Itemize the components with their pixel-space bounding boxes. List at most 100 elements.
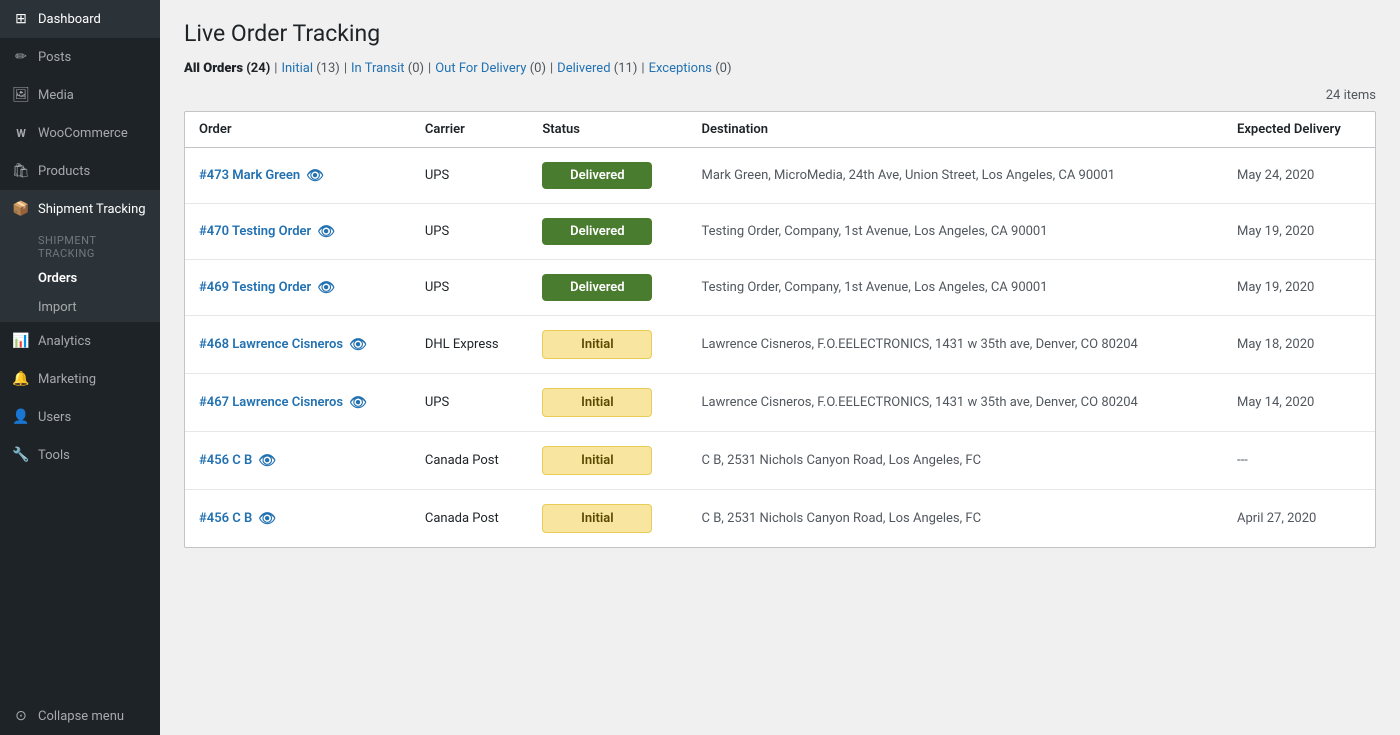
submenu-heading: Shipment Tracking <box>0 228 160 264</box>
sidebar-item-media[interactable]: 🖼 Media <box>0 76 160 114</box>
sidebar-item-products[interactable]: 🛍 Products <box>0 152 160 190</box>
submenu-item-orders[interactable]: Orders <box>0 264 160 293</box>
table-header-row: Order Carrier Status Destination Expecte… <box>185 112 1375 148</box>
filter-bar: All Orders (24) | Initial (13) | In Tran… <box>184 61 1376 76</box>
sidebar-item-label: Products <box>38 164 90 179</box>
filter-out-for-delivery-link[interactable]: Out For Delivery <box>435 61 526 76</box>
order-id: #467 Lawrence Cisneros <box>199 395 343 410</box>
order-link[interactable]: #473 Mark Green 👁 <box>199 168 397 184</box>
sidebar-item-label: Dashboard <box>38 12 101 27</box>
carrier-cell: Canada Post <box>411 432 529 490</box>
filter-exceptions-link[interactable]: Exceptions <box>649 61 712 76</box>
order-id: #470 Testing Order <box>199 224 311 239</box>
filter-delivered[interactable]: Delivered (11) <box>557 61 637 76</box>
shipment-tracking-submenu: Shipment Tracking Orders Import <box>0 228 160 322</box>
sidebar-item-tools[interactable]: 🔧 Tools <box>0 436 160 474</box>
sidebar-item-label: Media <box>38 88 74 103</box>
status-cell: Delivered <box>528 148 687 204</box>
eye-icon[interactable]: 👁 <box>349 395 367 411</box>
filter-exceptions[interactable]: Exceptions (0) <box>649 61 732 76</box>
page-title: Live Order Tracking <box>184 20 1376 47</box>
order-cell: #470 Testing Order 👁 <box>185 204 411 260</box>
destination-cell: Mark Green, MicroMedia, 24th Ave, Union … <box>688 148 1223 204</box>
marketing-icon: 🔔 <box>12 370 30 388</box>
filter-initial-count: (13) <box>316 61 340 76</box>
table-row: #473 Mark Green 👁 UPS Delivered Mark Gre… <box>185 148 1375 204</box>
order-id: #468 Lawrence Cisneros <box>199 337 343 352</box>
filter-in-transit-count: (0) <box>408 61 424 76</box>
filter-exceptions-count: (0) <box>715 61 731 76</box>
destination-cell: Testing Order, Company, 1st Avenue, Los … <box>688 204 1223 260</box>
users-icon: 👤 <box>12 408 30 426</box>
carrier-cell: UPS <box>411 148 529 204</box>
order-link[interactable]: #456 C B 👁 <box>199 511 397 527</box>
order-link[interactable]: #468 Lawrence Cisneros 👁 <box>199 337 397 353</box>
expected-delivery-cell: May 18, 2020 <box>1223 316 1375 374</box>
items-count: 24 items <box>184 88 1376 103</box>
sidebar-item-woocommerce[interactable]: W WooCommerce <box>0 114 160 152</box>
sidebar-item-analytics[interactable]: 📊 Analytics <box>0 322 160 360</box>
carrier-cell: DHL Express <box>411 316 529 374</box>
status-badge: Initial <box>542 504 652 533</box>
products-icon: 🛍 <box>12 162 30 180</box>
sidebar-item-collapse[interactable]: ⊙ Collapse menu <box>0 697 160 735</box>
status-badge: Initial <box>542 330 652 359</box>
sidebar-item-dashboard[interactable]: ⊞ Dashboard <box>0 0 160 38</box>
carrier-cell: UPS <box>411 260 529 316</box>
status-badge: Initial <box>542 388 652 417</box>
sidebar-item-shipment-tracking[interactable]: 📦 Shipment Tracking <box>0 190 160 228</box>
filter-out-for-delivery[interactable]: Out For Delivery (0) <box>435 61 546 76</box>
table-row: #456 C B 👁 Canada Post Initial C B, 2531… <box>185 432 1375 490</box>
sidebar-item-label: Users <box>38 410 71 425</box>
order-id: #469 Testing Order <box>199 280 311 295</box>
sidebar-item-label: Posts <box>38 50 71 65</box>
filter-initial[interactable]: Initial (13) <box>281 61 339 76</box>
expected-delivery-cell: May 19, 2020 <box>1223 204 1375 260</box>
sidebar-item-users[interactable]: 👤 Users <box>0 398 160 436</box>
status-cell: Delivered <box>528 204 687 260</box>
filter-all[interactable]: All Orders (24) <box>184 61 270 76</box>
sep-1: | <box>274 61 277 76</box>
sidebar-item-label: Analytics <box>38 334 91 349</box>
order-link[interactable]: #470 Testing Order 👁 <box>199 224 397 240</box>
sidebar-item-posts[interactable]: ✏ Posts <box>0 38 160 76</box>
sidebar: ⊞ Dashboard ✏ Posts 🖼 Media W WooCommerc… <box>0 0 160 735</box>
carrier-cell: UPS <box>411 374 529 432</box>
filter-delivered-link[interactable]: Delivered <box>557 61 610 76</box>
expected-delivery-cell: --- <box>1223 432 1375 490</box>
filter-initial-link[interactable]: Initial <box>281 61 313 76</box>
status-cell: Initial <box>528 432 687 490</box>
sidebar-item-marketing[interactable]: 🔔 Marketing <box>0 360 160 398</box>
status-badge: Delivered <box>542 274 652 301</box>
order-link[interactable]: #469 Testing Order 👁 <box>199 280 397 296</box>
table-row: #468 Lawrence Cisneros 👁 DHL Express Ini… <box>185 316 1375 374</box>
sep-5: | <box>641 61 644 76</box>
status-badge: Initial <box>542 446 652 475</box>
filter-delivered-count: (11) <box>614 61 638 76</box>
order-link[interactable]: #456 C B 👁 <box>199 453 397 469</box>
eye-icon[interactable]: 👁 <box>258 453 276 469</box>
destination-cell: Lawrence Cisneros, F.O.EELECTRONICS, 143… <box>688 316 1223 374</box>
destination-cell: C B, 2531 Nichols Canyon Road, Los Angel… <box>688 432 1223 490</box>
eye-icon[interactable]: 👁 <box>317 224 335 240</box>
eye-icon[interactable]: 👁 <box>317 280 335 296</box>
filter-in-transit-link[interactable]: In Transit <box>351 61 405 76</box>
table-row: #470 Testing Order 👁 UPS Delivered Testi… <box>185 204 1375 260</box>
eye-icon[interactable]: 👁 <box>306 168 324 184</box>
table-row: #456 C B 👁 Canada Post Initial C B, 2531… <box>185 490 1375 548</box>
table-row: #469 Testing Order 👁 UPS Delivered Testi… <box>185 260 1375 316</box>
status-cell: Initial <box>528 374 687 432</box>
eye-icon[interactable]: 👁 <box>258 511 276 527</box>
sidebar-item-label: Marketing <box>38 372 96 387</box>
woocommerce-icon: W <box>12 124 30 142</box>
carrier-cell: Canada Post <box>411 490 529 548</box>
submenu-item-import[interactable]: Import <box>0 293 160 322</box>
filter-in-transit[interactable]: In Transit (0) <box>351 61 424 76</box>
order-cell: #469 Testing Order 👁 <box>185 260 411 316</box>
eye-icon[interactable]: 👁 <box>349 337 367 353</box>
col-order: Order <box>185 112 411 148</box>
col-expected-delivery: Expected Delivery <box>1223 112 1375 148</box>
expected-delivery-cell: April 27, 2020 <box>1223 490 1375 548</box>
carrier-cell: UPS <box>411 204 529 260</box>
order-link[interactable]: #467 Lawrence Cisneros 👁 <box>199 395 397 411</box>
